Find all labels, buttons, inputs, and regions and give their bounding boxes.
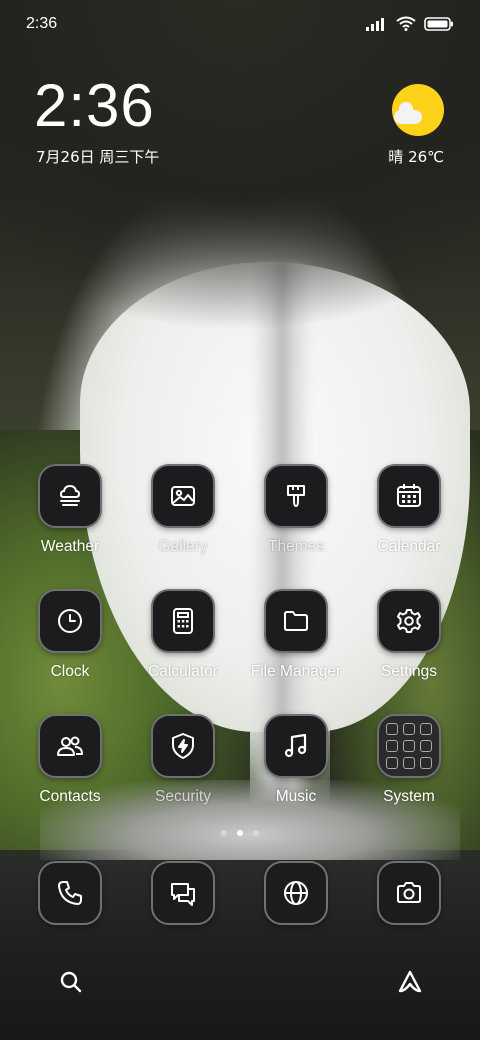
status-time: 2:36 — [26, 15, 58, 32]
page-dot-active[interactable] — [237, 830, 243, 836]
assistant-icon — [398, 970, 422, 993]
app-label: Clock — [50, 663, 90, 680]
status-bar: 2:36 — [0, 0, 480, 50]
signal-icon — [366, 17, 384, 31]
app-security[interactable]: Security — [127, 714, 239, 806]
folder-icon — [284, 611, 308, 631]
app-label: Settings — [380, 663, 437, 680]
app-label: Themes — [268, 538, 324, 555]
app-file-manager[interactable]: File Manager — [240, 589, 352, 681]
page-dot[interactable] — [253, 830, 259, 836]
app-settings[interactable]: Settings — [353, 589, 465, 681]
app-label: Music — [275, 788, 317, 805]
gallery-icon — [171, 486, 195, 506]
shield-icon — [172, 733, 194, 759]
wifi-icon — [396, 16, 416, 31]
clock-widget-time[interactable]: 2:36 — [34, 76, 155, 136]
app-label: Security — [155, 788, 211, 805]
clock-widget-date: 7月26日 周三下午 — [36, 148, 160, 166]
camera-icon — [397, 882, 421, 903]
clock-icon — [58, 609, 82, 633]
dock-messages[interactable] — [127, 861, 239, 925]
calendar-icon — [397, 484, 421, 507]
app-label: System — [383, 788, 435, 805]
assistant-button[interactable] — [390, 962, 430, 1002]
brush-icon — [287, 485, 305, 507]
weather-widget-text: 晴 26℃ — [388, 148, 444, 166]
app-system-folder[interactable]: System — [353, 714, 465, 806]
app-label: Weather — [40, 538, 100, 555]
search-icon — [60, 971, 82, 993]
app-contacts[interactable]: Contacts — [14, 714, 126, 806]
page-indicator[interactable] — [0, 830, 480, 836]
phone-icon — [58, 881, 82, 905]
app-music[interactable]: Music — [240, 714, 352, 806]
messages-icon — [171, 883, 195, 906]
app-label: File Manager — [250, 663, 342, 680]
dock-camera[interactable] — [353, 861, 465, 925]
weather-icon — [59, 484, 81, 506]
app-weather[interactable]: Weather — [14, 464, 126, 556]
battery-icon — [424, 16, 453, 31]
app-label: Contacts — [39, 788, 101, 805]
app-clock[interactable]: Clock — [14, 589, 126, 681]
folder-grid-icon — [386, 723, 432, 769]
gear-icon — [397, 609, 421, 633]
app-gallery[interactable]: Gallery — [127, 464, 239, 556]
cloud-icon — [394, 102, 422, 124]
music-note-icon — [284, 733, 307, 758]
contacts-icon — [57, 736, 83, 756]
app-calculator[interactable]: Calculator — [127, 589, 239, 681]
app-label: Gallery — [158, 538, 208, 555]
dock-browser[interactable] — [240, 861, 352, 925]
app-label: Calendar — [377, 538, 441, 555]
app-label: Calculator — [148, 663, 218, 680]
app-themes[interactable]: Themes — [240, 464, 352, 556]
dock-phone[interactable] — [14, 861, 126, 925]
browser-globe-icon — [284, 881, 308, 905]
calculator-icon — [173, 608, 193, 634]
app-calendar[interactable]: Calendar — [353, 464, 465, 556]
search-button[interactable] — [51, 962, 91, 1002]
page-dot[interactable] — [221, 830, 227, 836]
